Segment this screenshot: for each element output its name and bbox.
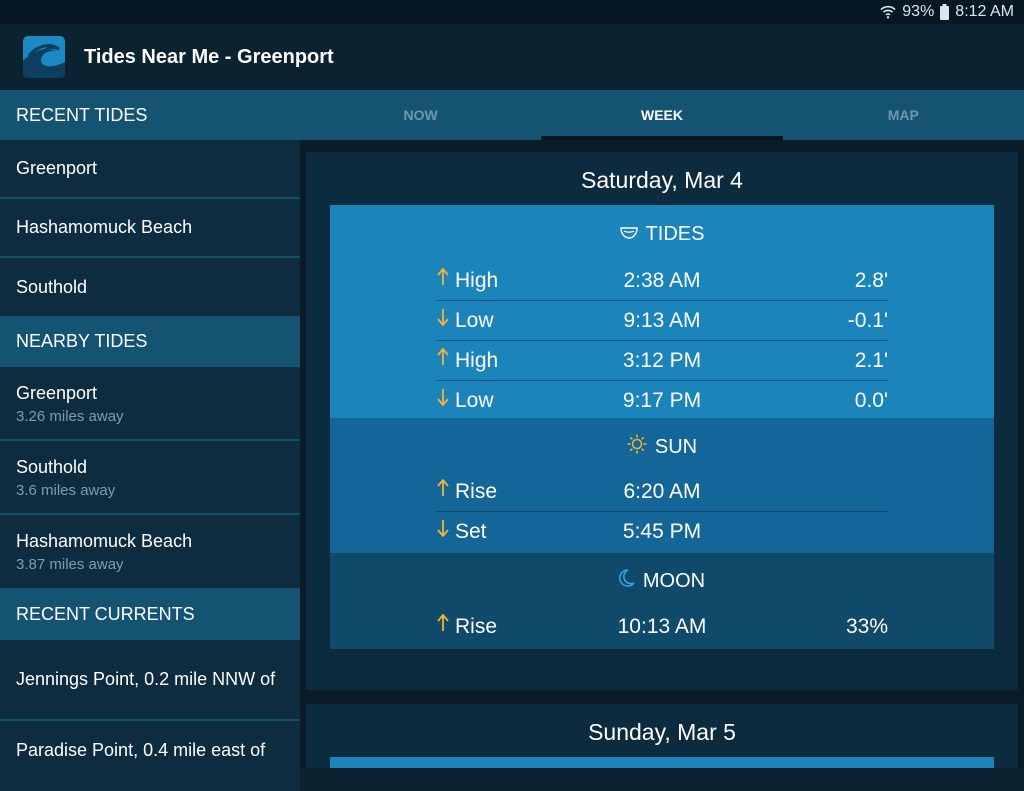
sun-icon (627, 434, 647, 460)
location-name: Greenport (16, 382, 98, 403)
day-card: Sunday, Mar 5 (306, 704, 1018, 768)
location-distance: 3.26 miles away (16, 407, 124, 425)
app-title: Tides Near Me - Greenport (84, 45, 334, 68)
sun-header: SUN (330, 418, 994, 472)
tide-row: High 3:12 PM 2.1' (436, 341, 888, 381)
tides-header: TIDES (330, 205, 994, 261)
tab-map[interactable]: MAP (783, 90, 1024, 140)
tides-title: TIDES (645, 222, 705, 245)
moon-header: MOON (330, 553, 994, 607)
moon-illumination: 33% (845, 615, 888, 638)
tide-row: Low 9:13 AM -0.1' (436, 301, 888, 341)
nearby-tide-item[interactable]: Hashamomuck Beach 3.87 miles away (0, 515, 300, 588)
tide-height: 2.1' (854, 349, 888, 372)
sun-title: SUN (654, 435, 698, 458)
tab-now[interactable]: NOW (300, 90, 541, 140)
tide-row: High 2:38 AM 2.8' (436, 261, 888, 301)
location-name: Southold (16, 456, 88, 477)
location-name: Southold (16, 276, 88, 297)
sun-row: Set 5:45 PM (436, 512, 888, 551)
recent-currents-header: RECENT CURRENTS (0, 588, 300, 640)
tide-row: Low 9:17 PM 0.0' (436, 381, 888, 420)
app-bar: Tides Near Me - Greenport (0, 24, 1024, 90)
day-card: Saturday, Mar 4 TIDES High 2:38 AM 2.8' (306, 152, 1018, 690)
location-name: Paradise Point, 0.4 mile east of (16, 740, 266, 760)
moon-icon (618, 569, 635, 593)
tide-height: -0.1' (847, 309, 888, 332)
moon-time: 10:13 AM (617, 615, 707, 638)
nearby-tide-item[interactable]: Southold 3.6 miles away (0, 441, 300, 515)
recent-tide-item[interactable]: Greenport (0, 140, 300, 199)
moon-panel: MOON Rise 10:13 AM 33% (330, 553, 994, 649)
nearby-tides-header: NEARBY TIDES (0, 316, 300, 367)
recent-current-item[interactable]: Paradise Point, 0.4 mile east of (0, 721, 300, 791)
location-distance: 3.87 miles away (16, 556, 124, 573)
tides-panel (330, 757, 994, 768)
tide-time: 9:17 PM (622, 389, 702, 412)
recent-tide-item[interactable]: Hashamomuck Beach (0, 199, 300, 258)
sun-row: Rise 6:20 AM (436, 472, 888, 512)
location-name: Jennings Point, 0.2 mile NNW of (16, 669, 276, 689)
bowl-icon (619, 223, 638, 246)
day-date: Saturday, Mar 4 (581, 167, 743, 193)
recent-current-item[interactable]: Jennings Point, 0.2 mile NNW of (0, 640, 300, 721)
moon-row: Rise 10:13 AM 33% (436, 607, 888, 646)
location-name: Greenport (16, 158, 98, 178)
day-date: Sunday, Mar 5 (588, 719, 736, 745)
sidebar: RECENT TIDES Greenport Hashamomuck Beach… (0, 90, 300, 791)
tide-time: 2:38 AM (623, 269, 701, 292)
tide-time: 3:12 PM (622, 349, 702, 372)
week-content[interactable]: Saturday, Mar 4 TIDES High 2:38 AM 2.8' (300, 140, 1024, 768)
location-distance: 3.6 miles away (16, 481, 116, 499)
battery-icon (940, 4, 950, 20)
wifi-icon (880, 5, 896, 19)
sun-panel: SUN Rise 6:20 AM Set 5:45 PM (330, 418, 994, 553)
wave-logo-icon[interactable] (23, 36, 65, 78)
battery-percent: 93% (902, 3, 935, 20)
tides-panel: TIDES High 2:38 AM 2.8' Low 9:13 AM -0.1… (330, 205, 994, 418)
moon-title: MOON (642, 569, 706, 592)
view-tabs: NOW WEEK MAP (300, 90, 1024, 140)
sun-time: 5:45 PM (622, 520, 702, 543)
location-name: Hashamomuck Beach (16, 531, 193, 551)
clock: 8:12 AM (955, 3, 1014, 20)
recent-tide-item[interactable]: Southold (0, 258, 300, 316)
recent-tides-header: RECENT TIDES (0, 90, 300, 140)
sun-time: 6:20 AM (623, 480, 701, 503)
location-name: Hashamomuck Beach (16, 217, 193, 237)
tide-time: 9:13 AM (623, 309, 701, 332)
tide-height: 0.0' (854, 389, 888, 412)
tide-height: 2.8' (854, 269, 888, 292)
tab-week[interactable]: WEEK (541, 90, 783, 140)
status-bar: 93% 8:12 AM (0, 0, 1024, 24)
nearby-tide-item[interactable]: Greenport 3.26 miles away (0, 367, 300, 441)
